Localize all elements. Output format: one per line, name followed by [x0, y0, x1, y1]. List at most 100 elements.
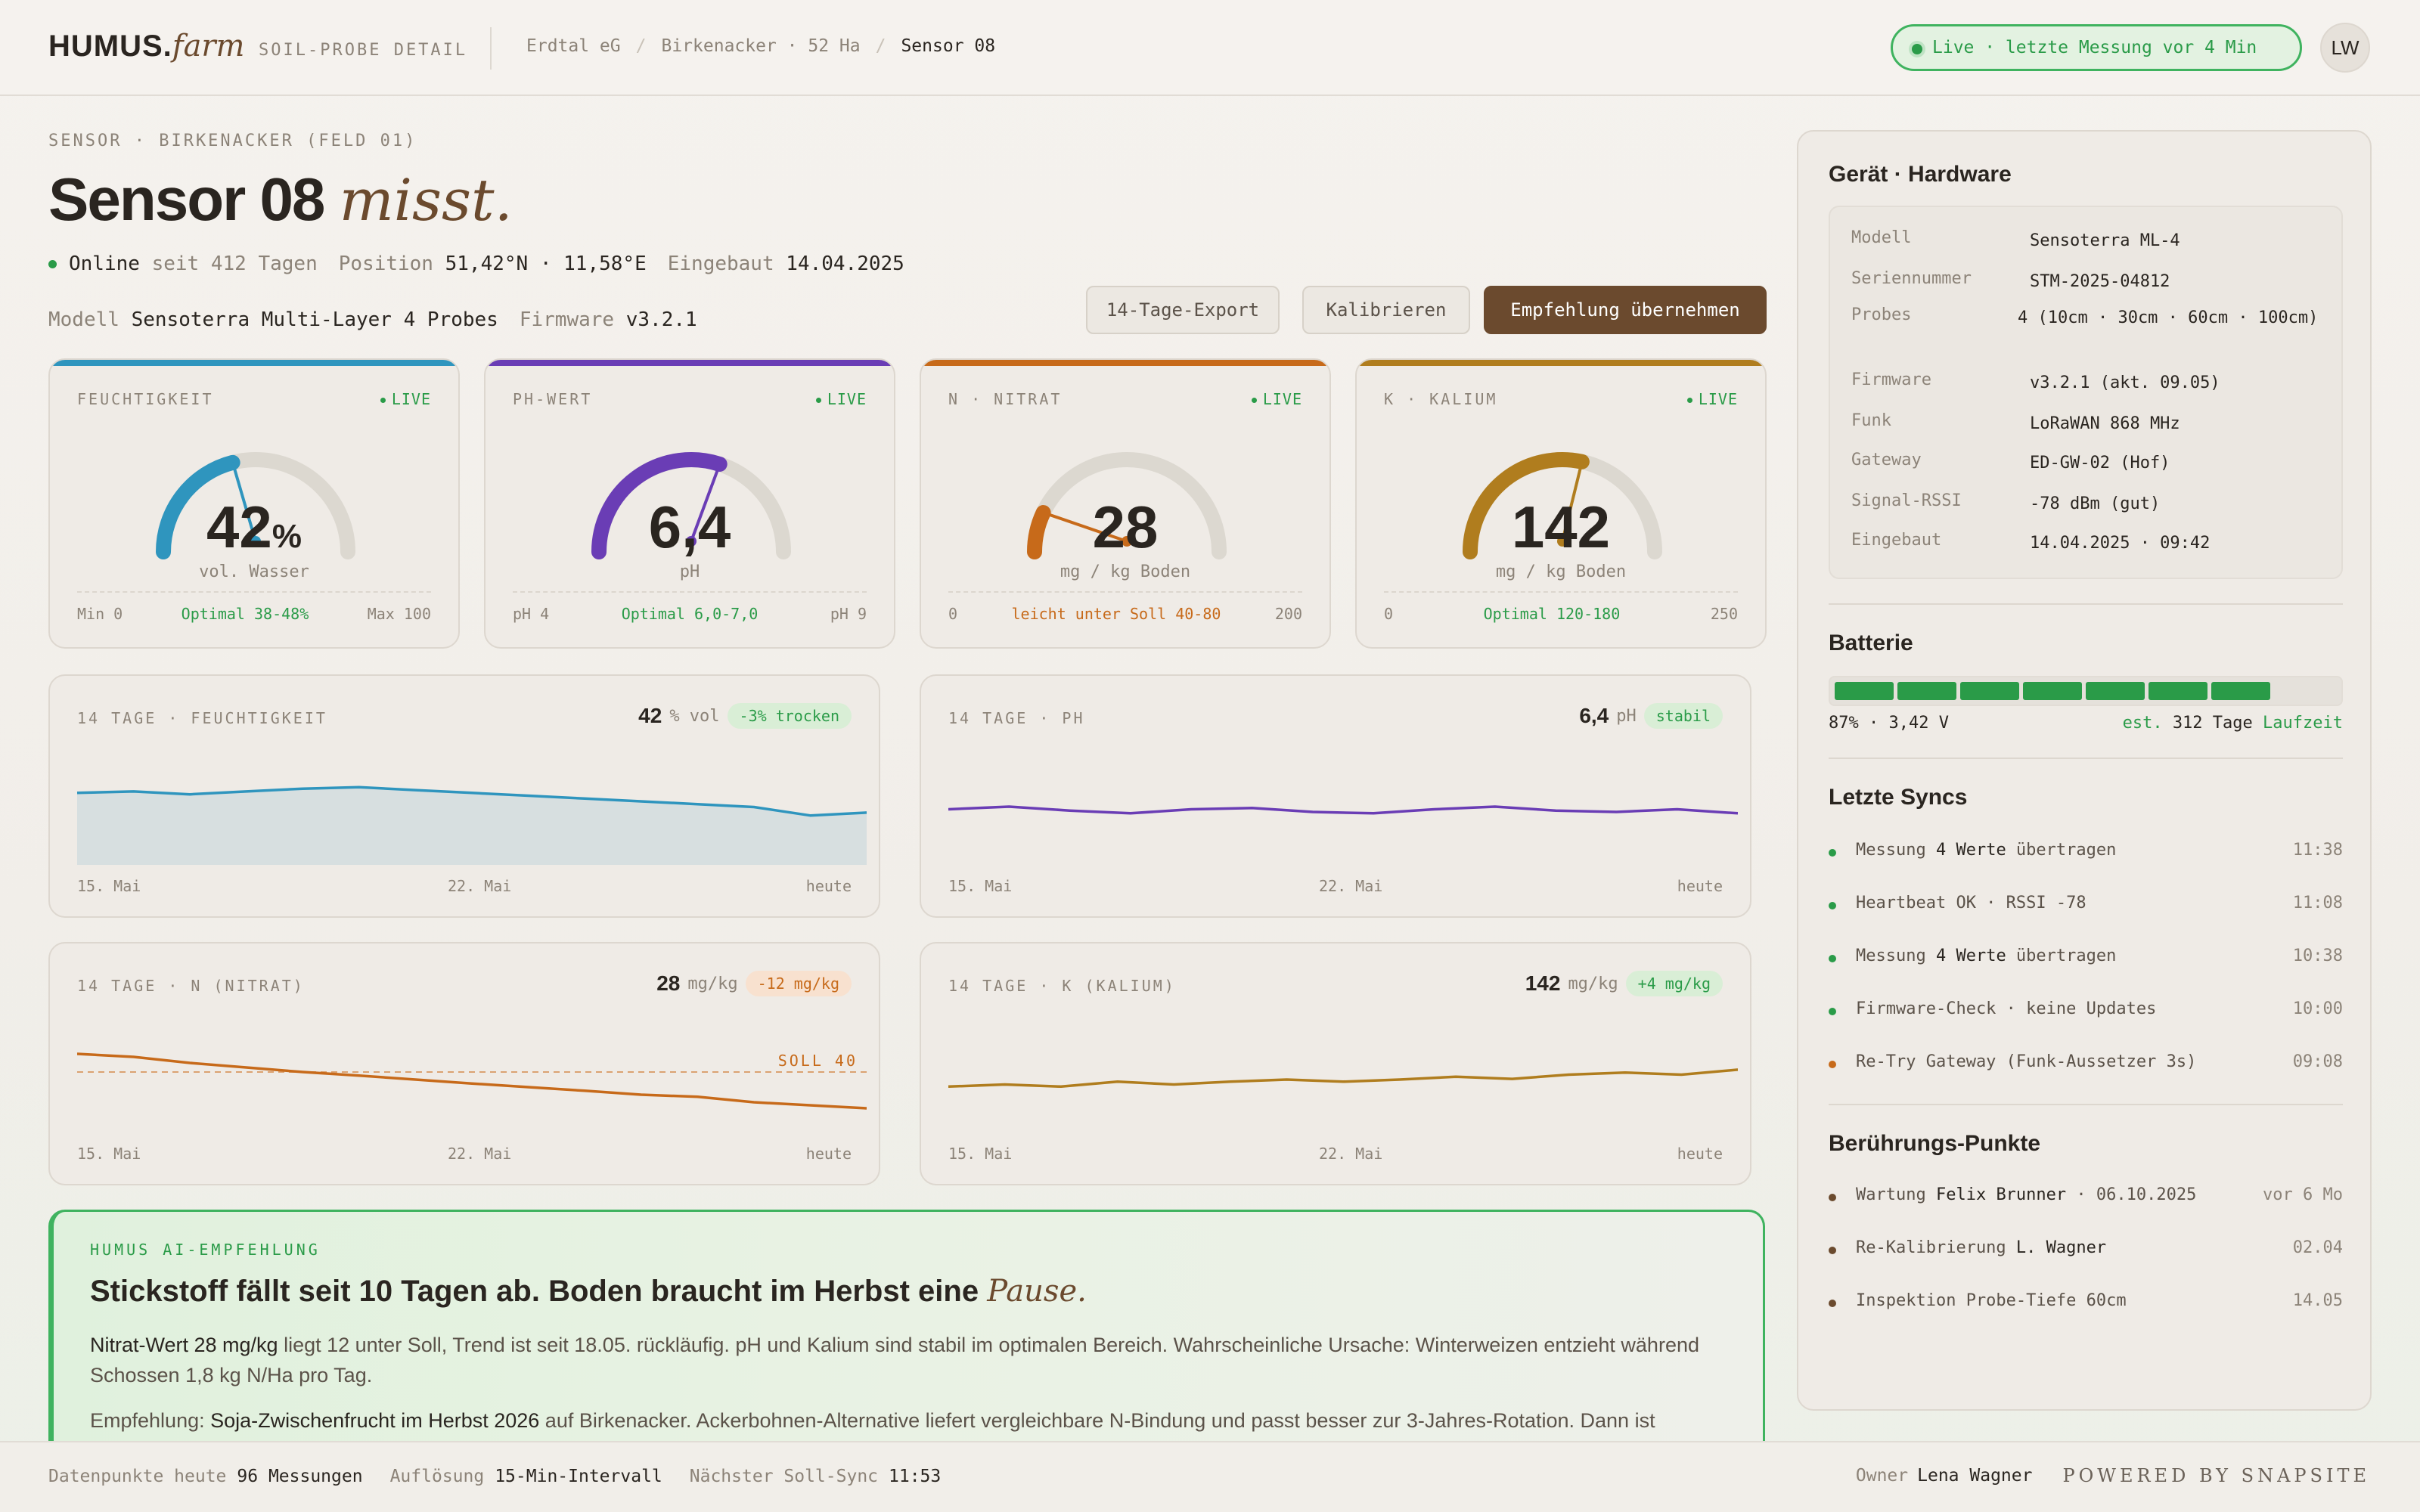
touchpoint-time: 02.04 [2292, 1238, 2343, 1257]
live-status-badge: Live · letzte Messung vor 4 Min [1891, 24, 2302, 71]
footer-right: Owner Lena Wagner POWERED BY SNAPSITE [1855, 1465, 2370, 1486]
trend-unit: pH [1616, 706, 1637, 726]
trend-unit: mg/kg [1568, 974, 1618, 993]
touchpoint-time: 14.05 [2292, 1291, 2343, 1310]
gauge-card-moisture: FEUCHTIGKEIT LIVE 42% vol. Wasser Min 0 Optim… [48, 358, 460, 649]
gauge-divider [77, 591, 431, 593]
divider [1829, 603, 2343, 605]
x-tick-start: 15. Mai [948, 877, 1013, 895]
gauge-value: 28 [1092, 494, 1159, 560]
gauge-max: 250 [1710, 605, 1738, 623]
ai-headline: Stickstoff fällt seit 10 Tagen ab. Boden… [90, 1274, 1087, 1309]
gauge-max: pH 9 [830, 605, 867, 623]
trend-change-badge: -12 mg/kg [745, 971, 852, 996]
hw-row: Seriennummer STM-2025-04812 [1851, 269, 2170, 291]
trend-line [948, 805, 1738, 815]
next-sync-value: 11:53 [889, 1467, 942, 1486]
divider [1829, 1104, 2343, 1105]
touchpoints-title: Berührungs-Punkte [1829, 1131, 2041, 1156]
side-panel: Gerät · Hardware Modell Sensoterra ML-4 S… [1797, 130, 2372, 1411]
apply-recommendation-button[interactable]: Empfehlung übernehmen [1484, 286, 1767, 334]
x-tick-start: 15. Mai [77, 1145, 141, 1163]
avatar[interactable]: LW [2320, 23, 2370, 73]
gauge-optimal-range: Optimal 120-180 [1483, 605, 1621, 623]
status-dot [1829, 1247, 1836, 1254]
battery-days: 312 Tage [2172, 714, 2253, 733]
trend-label: 14 TAGE · N (NITRAT) [77, 977, 305, 995]
online-dot [48, 259, 57, 268]
resolution-value: 15-Min-Intervall [495, 1467, 662, 1486]
hw-row: Funk LoRaWAN 868 MHz [1851, 411, 2180, 433]
trend-current-value: 142 mg/kg +4 mg/kg [1525, 971, 1723, 996]
hw-row: Modell Sensoterra ML-4 [1851, 228, 2180, 250]
gauge-range-footer: Min 0 Optimal 38-48% Max 100 [77, 605, 431, 623]
status-dot [1829, 1194, 1836, 1201]
gauge-max: Max 100 [367, 605, 431, 623]
gauge-max: 200 [1274, 605, 1302, 623]
status-dot [1829, 902, 1836, 909]
trend-value: 42 [638, 704, 662, 727]
sync-time: 09:08 [2292, 1052, 2343, 1071]
trend-unit: mg/kg [687, 974, 738, 993]
sync-time: 10:38 [2292, 947, 2343, 965]
x-tick-mid: 22. Mai [1319, 1145, 1383, 1163]
gauge-unit: mg / kg Boden [1495, 562, 1627, 581]
header-divider [490, 27, 492, 70]
sync-text: Heartbeat OK · RSSI -78 [1856, 894, 2086, 912]
syncs-title: Letzte Syncs [1829, 785, 1968, 810]
export-button[interactable]: 14-Tage-Export [1086, 286, 1280, 334]
gauge-divider [513, 591, 867, 593]
datapoints-value: 96 Messungen [237, 1467, 363, 1486]
gauge-card-potassium: K · KALIUM LIVE 142 mg / kg Boden 0 Optimal 1… [1355, 358, 1767, 649]
touchpoint-text: Inspektion Probe-Tiefe 60cm [1856, 1291, 2127, 1310]
trend-chart: SOLL 40 [77, 1052, 867, 1110]
trend-change-badge: stabil [1643, 703, 1723, 729]
x-tick-start: 15. Mai [948, 1145, 1013, 1163]
trend-value: 28 [656, 971, 681, 995]
gauge-value: 142 [1511, 494, 1611, 560]
gauge-unit: vol. Wasser [199, 562, 309, 581]
sync-time: 11:08 [2292, 894, 2343, 912]
gauge-optimal-range: leicht unter Soll 40-80 [1011, 605, 1221, 623]
position-value: 51,42°N · 11,58°E [445, 253, 647, 275]
hw-row: Gateway ED-GW-02 (Hof) [1851, 451, 2170, 472]
battery-segment [1835, 682, 1894, 700]
sync-text: Messung 4 Werte übertragen [1856, 841, 2117, 860]
sync-text: Messung 4 Werte übertragen [1856, 947, 2117, 965]
trend-area [77, 787, 867, 865]
status-dot [1829, 849, 1836, 857]
touchpoint-time: vor 6 Mo [2263, 1185, 2343, 1204]
battery-segment [2149, 682, 2207, 700]
trend-label: 14 TAGE · PH [948, 709, 1085, 727]
firmware-value: v3.2.1 [625, 308, 697, 331]
gauge-card-nitrate: N · NITRAT LIVE 28 mg / kg Boden 0 leicht unt… [920, 358, 1331, 649]
installed-value: 14.04.2025 [786, 253, 904, 275]
ai-paragraph-recommendation: Empfehlung: Soja-Zwischenfrucht im Herbs… [90, 1409, 1655, 1432]
trend-current-value: 28 mg/kg -12 mg/kg [656, 971, 852, 996]
trend-chart [77, 785, 867, 865]
touchpoint-text: Re-Kalibrierung L. Wagner [1856, 1238, 2107, 1257]
status-dot [1829, 1061, 1836, 1068]
logo[interactable]: HUMUS.farm [48, 29, 244, 64]
gauge-value: 42% [206, 494, 302, 560]
gauge-min: 0 [948, 605, 958, 623]
model-value: Sensoterra Multi-Layer 4 Probes [131, 308, 498, 331]
gauge-unit: pH [679, 562, 700, 581]
battery-segment [2086, 682, 2145, 700]
breadcrumb-item-org[interactable]: Erdtal eG [526, 36, 621, 56]
hw-row: Eingebaut 14.04.2025 · 09:42 [1851, 531, 2211, 553]
powered-by[interactable]: POWERED BY SNAPSITE [2062, 1465, 2370, 1486]
sync-text: Re-Try Gateway (Funk-Aussetzer 3s) [1856, 1052, 2197, 1071]
calibrate-button[interactable]: Kalibrieren [1302, 286, 1470, 334]
x-tick-mid: 22. Mai [1319, 877, 1383, 895]
gauge-divider [1384, 591, 1738, 593]
x-tick-mid: 22. Mai [448, 1145, 512, 1163]
trend-current-value: 6,4 pH stabil [1579, 703, 1723, 729]
breadcrumb-item-field[interactable]: Birkenacker · 52 Ha [661, 36, 860, 56]
divider [1829, 758, 2343, 759]
battery-segment [1897, 682, 1956, 700]
trend-card-potassium: 14 TAGE · K (KALIUM) 142 mg/kg +4 mg/kg 15. … [920, 942, 1751, 1185]
breadcrumb: Erdtal eG / Birkenacker · 52 Ha / Sensor… [526, 36, 996, 56]
hw-row: Signal-RSSI -78 dBm (gut) [1851, 491, 2161, 513]
trend-change-badge: +4 mg/kg [1625, 971, 1723, 996]
